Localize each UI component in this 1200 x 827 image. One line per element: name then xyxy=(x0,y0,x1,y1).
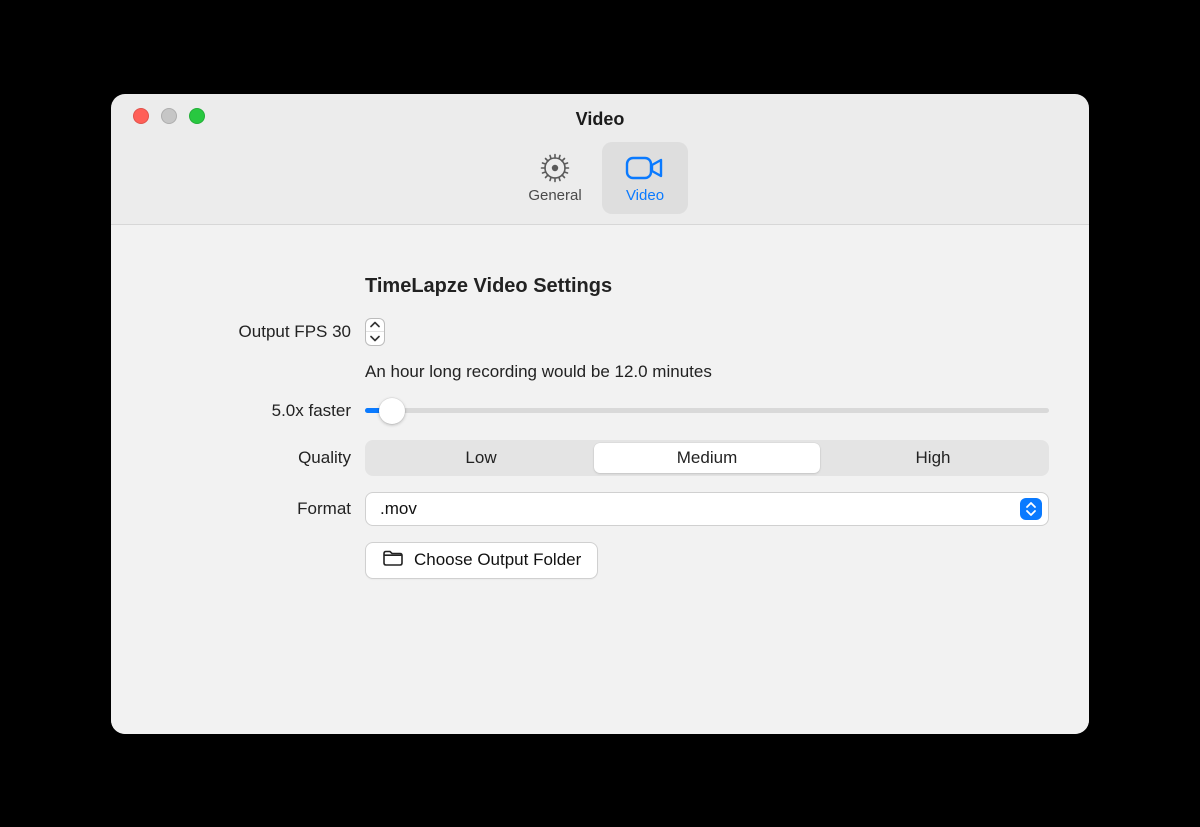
slider-track xyxy=(365,408,1049,413)
content-area: TimeLapze Video Settings Output FPS 30 A… xyxy=(111,225,1089,734)
quality-option-high[interactable]: High xyxy=(820,443,1046,473)
quality-label: Quality xyxy=(151,448,351,468)
tab-label: General xyxy=(528,187,581,204)
tab-general[interactable]: General xyxy=(512,142,598,214)
duration-hint: An hour long recording would be 12.0 min… xyxy=(365,362,1049,382)
speed-slider[interactable] xyxy=(365,398,1049,424)
folder-icon xyxy=(382,549,404,572)
choose-output-folder-button[interactable]: Choose Output Folder xyxy=(365,542,598,579)
speed-label: 5.0x faster xyxy=(151,401,351,421)
traffic-lights xyxy=(133,108,205,124)
quality-segmented: Low Medium High xyxy=(365,440,1049,476)
close-window-button[interactable] xyxy=(133,108,149,124)
stepper-down-icon xyxy=(366,332,384,345)
output-fps-label: Output FPS 30 xyxy=(151,322,351,342)
slider-thumb[interactable] xyxy=(379,398,405,424)
preferences-window: Video xyxy=(111,94,1089,734)
format-label: Format xyxy=(151,499,351,519)
stepper-up-icon xyxy=(366,319,384,333)
button-label: Choose Output Folder xyxy=(414,550,581,570)
format-value: .mov xyxy=(380,499,417,519)
format-select[interactable]: .mov xyxy=(365,492,1049,526)
minimize-window-button[interactable] xyxy=(161,108,177,124)
output-fps-stepper[interactable] xyxy=(365,318,385,346)
window-title: Video xyxy=(111,99,1089,130)
gear-icon xyxy=(539,151,571,185)
preferences-toolbar: General Video xyxy=(111,136,1089,225)
titlebar: Video xyxy=(111,94,1089,136)
updown-caret-icon xyxy=(1020,498,1042,520)
quality-option-medium[interactable]: Medium xyxy=(594,443,820,473)
quality-option-low[interactable]: Low xyxy=(368,443,594,473)
tab-label: Video xyxy=(626,187,664,204)
video-camera-icon xyxy=(625,151,665,185)
tab-video[interactable]: Video xyxy=(602,142,688,214)
section-title: TimeLapze Video Settings xyxy=(365,275,1049,298)
zoom-window-button[interactable] xyxy=(189,108,205,124)
